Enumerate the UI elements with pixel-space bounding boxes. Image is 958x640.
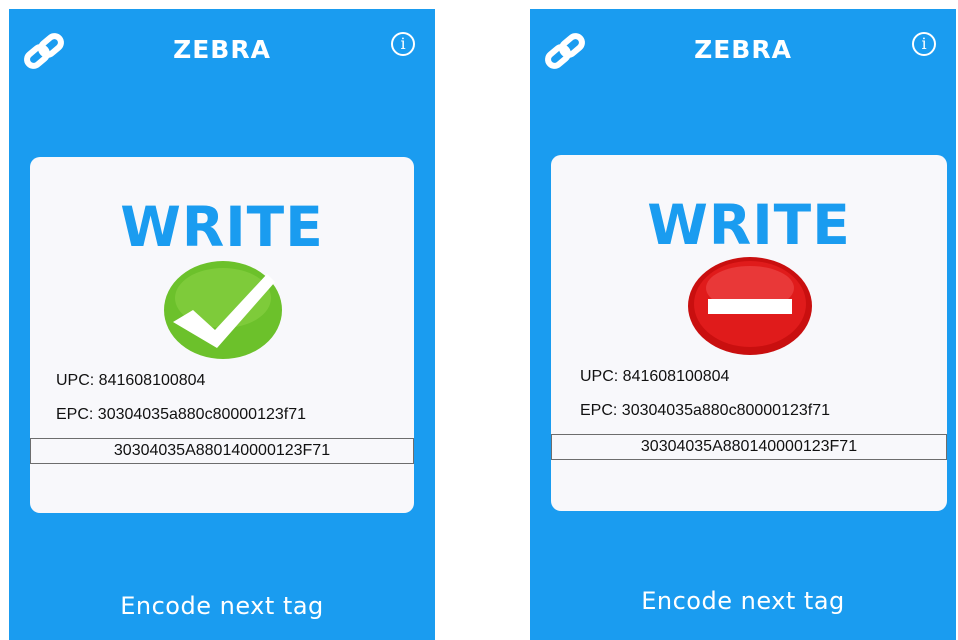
checkmark-icon xyxy=(164,261,282,359)
epc-label: EPC: 30304035a880c80000123f71 xyxy=(56,406,306,423)
phone-screen-failure: ZEBRA i WRITE UPC: 841608100804 EPC: 303… xyxy=(530,9,956,640)
result-card: WRITE UPC: 841608100804 EPC: 30304035a88… xyxy=(30,157,414,513)
write-heading: WRITE xyxy=(120,195,324,259)
encoded-value-field[interactable]: 30304035A880140000123F71 xyxy=(551,434,947,460)
epc-label: EPC: 30304035a880c80000123f71 xyxy=(580,402,830,419)
info-icon[interactable]: i xyxy=(912,32,936,56)
encoded-value-field[interactable]: 30304035A880140000123F71 xyxy=(30,438,414,464)
upc-label: UPC: 841608100804 xyxy=(56,372,206,389)
encode-next-button[interactable]: Encode next tag xyxy=(9,592,435,620)
upc-label: UPC: 841608100804 xyxy=(580,368,730,385)
app-title: ZEBRA xyxy=(694,35,792,64)
result-card: WRITE UPC: 841608100804 EPC: 30304035a88… xyxy=(551,155,947,511)
app-title: ZEBRA xyxy=(173,35,271,64)
info-icon[interactable]: i xyxy=(391,32,415,56)
no-entry-icon xyxy=(688,257,812,355)
write-heading: WRITE xyxy=(647,193,851,257)
encode-next-button[interactable]: Encode next tag xyxy=(530,587,956,615)
phone-screen-success: ZEBRA i WRITE UPC: 841608100804 EPC: 303… xyxy=(9,9,435,640)
